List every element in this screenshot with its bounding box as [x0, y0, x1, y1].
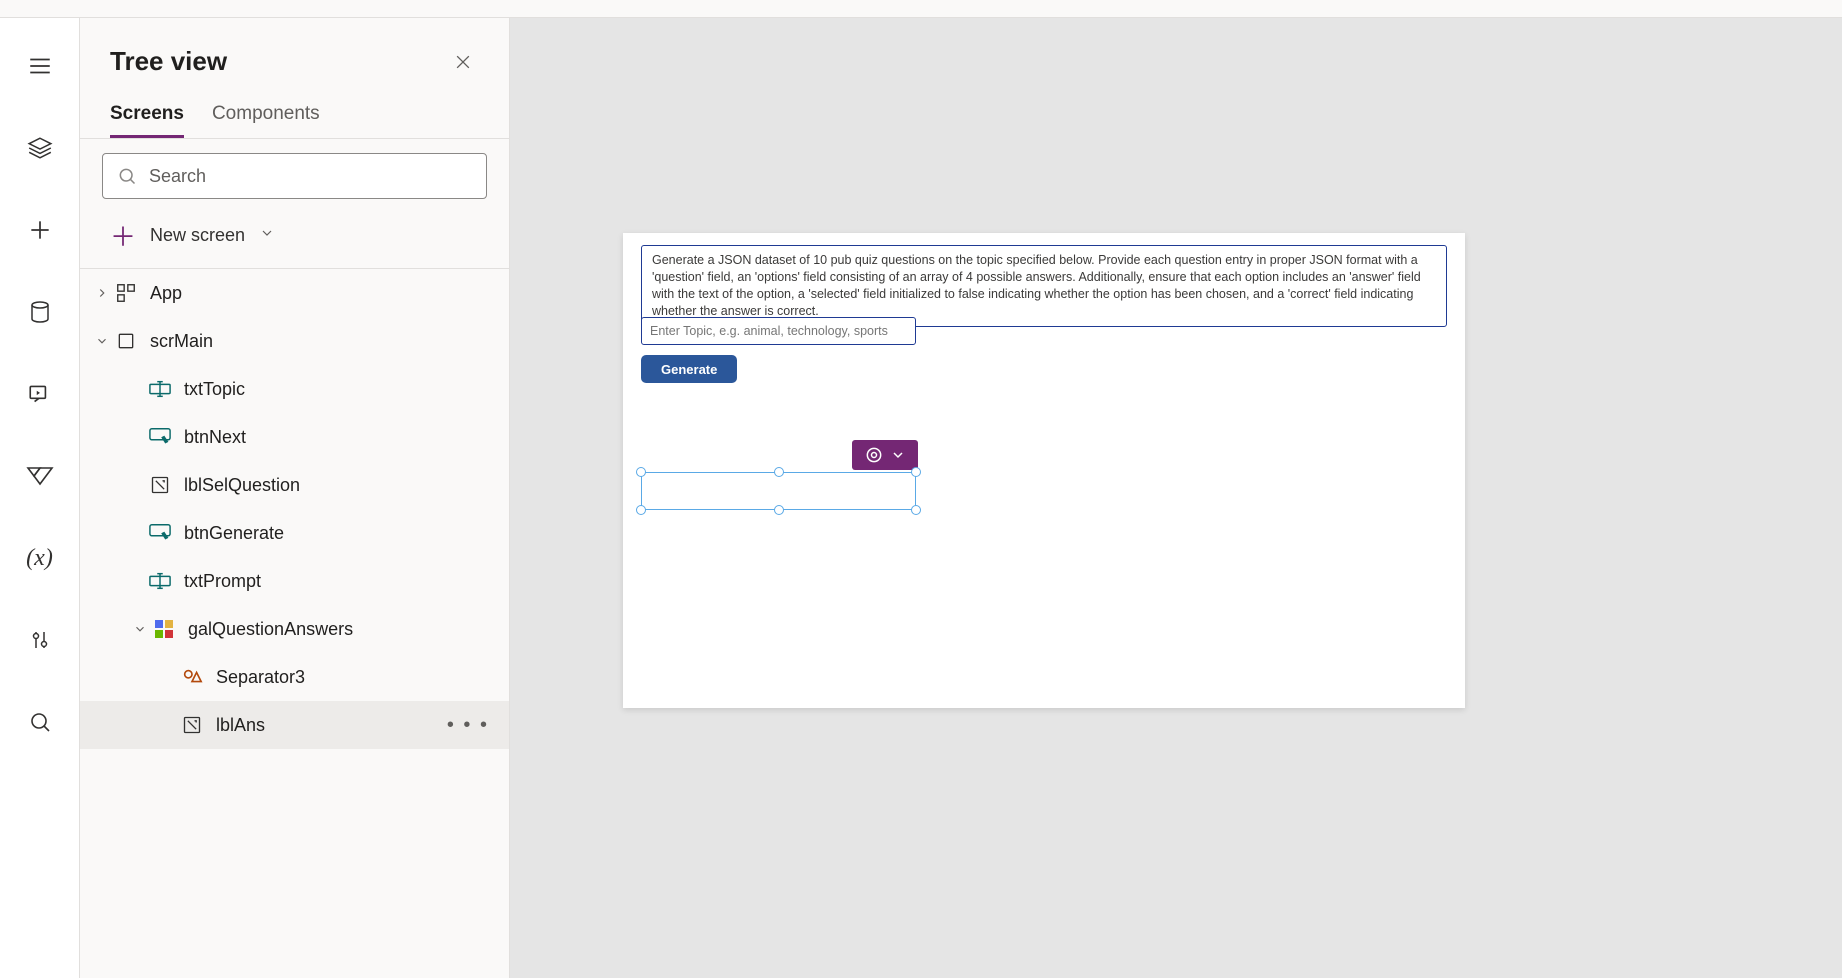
copilot-badge[interactable]	[852, 440, 918, 470]
variables-icon[interactable]: (x)	[16, 534, 64, 582]
tree-node-txtprompt[interactable]: txtPrompt	[80, 557, 509, 605]
tree-view-icon[interactable]	[16, 124, 64, 172]
tree-node-scrmain[interactable]: scrMain	[80, 317, 509, 365]
more-options-icon[interactable]: • • •	[447, 714, 489, 737]
selected-lblans-control[interactable]	[641, 472, 916, 510]
panel-title: Tree view	[110, 46, 227, 77]
resize-handle[interactable]	[636, 467, 646, 477]
tree-node-galquestionanswers[interactable]: galQuestionAnswers	[80, 605, 509, 653]
power-automate-icon[interactable]	[16, 452, 64, 500]
tree-label: App	[150, 283, 182, 304]
new-screen-button[interactable]: ＋ New screen	[80, 211, 509, 268]
left-nav-rail: (x)	[0, 18, 80, 978]
expander-collapsed-icon[interactable]	[90, 286, 114, 300]
tab-components[interactable]: Components	[212, 103, 320, 138]
panel-tabs: Screens Components	[80, 83, 509, 139]
label-icon	[180, 713, 204, 737]
button-icon	[148, 425, 172, 449]
tree-node-app[interactable]: App	[80, 269, 509, 317]
resize-handle[interactable]	[774, 467, 784, 477]
expander-expanded-icon[interactable]	[90, 334, 114, 348]
data-icon[interactable]	[16, 288, 64, 336]
expander-expanded-icon[interactable]	[128, 622, 152, 636]
app-canvas[interactable]: Generate a JSON dataset of 10 pub quiz q…	[623, 233, 1465, 708]
tree-search-box[interactable]	[102, 153, 487, 199]
tree-view-panel: Tree view Screens Components ＋ New scree…	[80, 18, 510, 978]
app-icon	[114, 281, 138, 305]
tree-label: txtTopic	[184, 379, 245, 400]
text-input-icon	[148, 569, 172, 593]
resize-handle[interactable]	[636, 505, 646, 515]
close-panel-button[interactable]	[447, 46, 479, 83]
search-rail-icon[interactable]	[16, 698, 64, 746]
tree-node-btngenerate[interactable]: btnGenerate	[80, 509, 509, 557]
insert-icon[interactable]	[16, 206, 64, 254]
tree-node-txttopic[interactable]: txtTopic	[80, 365, 509, 413]
plus-icon: ＋	[110, 217, 136, 254]
new-screen-label: New screen	[150, 225, 245, 246]
tree-list: App scrMain txtTopic btnNext	[80, 268, 509, 978]
tree-label: btnGenerate	[184, 523, 284, 544]
tree-search-input[interactable]	[149, 166, 472, 187]
tree-label: galQuestionAnswers	[188, 619, 353, 640]
formula-bar-area	[0, 0, 1842, 18]
media-icon[interactable]	[16, 370, 64, 418]
label-icon	[148, 473, 172, 497]
chevron-down-icon	[259, 225, 275, 246]
tree-label: lblSelQuestion	[184, 475, 300, 496]
txttopic-control[interactable]	[641, 317, 916, 345]
resize-handle[interactable]	[911, 467, 921, 477]
txtprompt-control[interactable]: Generate a JSON dataset of 10 pub quiz q…	[641, 245, 1447, 327]
resize-handle[interactable]	[911, 505, 921, 515]
tab-screens[interactable]: Screens	[110, 103, 184, 138]
text-input-icon	[148, 377, 172, 401]
tree-node-separator3[interactable]: Separator3	[80, 653, 509, 701]
screen-icon	[114, 329, 138, 353]
tree-node-btnnext[interactable]: btnNext	[80, 413, 509, 461]
hamburger-icon[interactable]	[16, 42, 64, 90]
tree-label: Separator3	[216, 667, 305, 688]
tree-label: btnNext	[184, 427, 246, 448]
tree-node-lblans[interactable]: lblAns • • •	[80, 701, 509, 749]
tree-label: scrMain	[150, 331, 213, 352]
tools-icon[interactable]	[16, 616, 64, 664]
generate-button[interactable]: Generate	[641, 355, 737, 383]
canvas-background[interactable]: Generate a JSON dataset of 10 pub quiz q…	[510, 18, 1842, 978]
separator-icon	[180, 665, 204, 689]
tree-label: lblAns	[216, 715, 265, 736]
tree-node-lblselquestion[interactable]: lblSelQuestion	[80, 461, 509, 509]
gallery-icon	[152, 617, 176, 641]
tree-label: txtPrompt	[184, 571, 261, 592]
resize-handle[interactable]	[774, 505, 784, 515]
button-icon	[148, 521, 172, 545]
